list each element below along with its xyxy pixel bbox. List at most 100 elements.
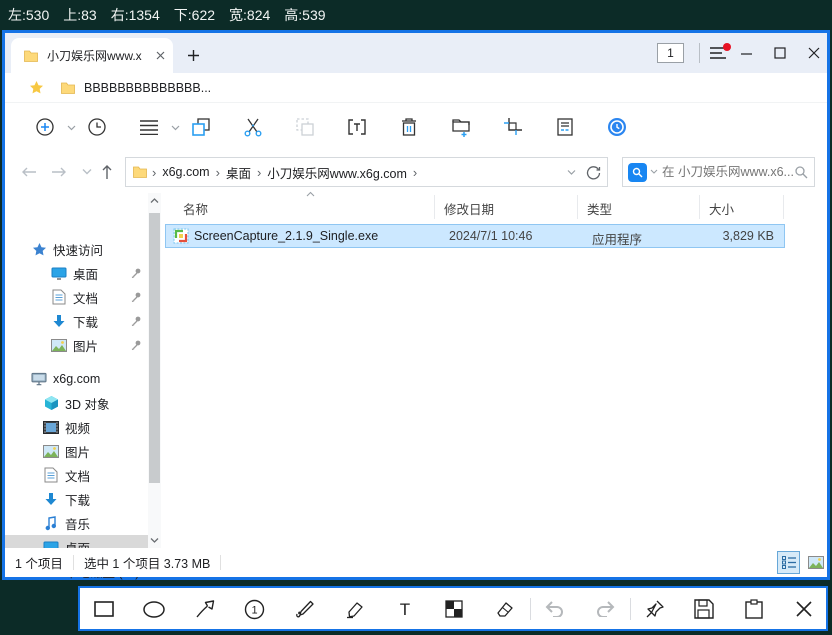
sidebar-item-3d-objects[interactable]: 3D 对象 — [5, 391, 148, 415]
sidebar-item-music[interactable]: 音乐 — [5, 511, 148, 535]
crop-button[interactable] — [495, 110, 531, 144]
copy-to-clipboard-button[interactable] — [737, 593, 771, 625]
sidebar-this-pc[interactable]: x6g.com — [5, 367, 148, 391]
pin-button[interactable] — [638, 593, 672, 625]
clipboard-icon — [745, 599, 763, 619]
sidebar-item-videos[interactable]: 视频 — [5, 415, 148, 439]
close-capture-button[interactable] — [787, 593, 821, 625]
rename-button[interactable] — [339, 110, 375, 144]
column-divider[interactable] — [434, 195, 435, 219]
details-pane-button[interactable] — [547, 110, 583, 144]
sidebar-item-downloads-pinned[interactable]: 下载 — [5, 309, 148, 333]
tab-active[interactable]: 小刀娱乐网www.x — [11, 38, 173, 73]
tab-counter[interactable]: 1 — [657, 43, 684, 63]
mosaic-tool-button[interactable] — [437, 593, 471, 625]
search-chevron-icon[interactable] — [650, 169, 658, 175]
menu-button[interactable] — [705, 41, 731, 65]
column-type[interactable]: 类型 — [587, 199, 612, 218]
details-pane-icon — [557, 118, 573, 136]
eraser-tool-button[interactable] — [487, 593, 521, 625]
address-folder-icon — [132, 164, 148, 180]
delete-button[interactable] — [391, 110, 427, 144]
star-icon[interactable] — [29, 80, 44, 95]
search-filter-icon[interactable] — [628, 162, 647, 182]
column-divider[interactable] — [699, 195, 700, 219]
screenshot-capture-stage: 左:530 上:83 右:1354 下:622 宽:824 高:539 小刀娱乐… — [0, 0, 832, 635]
sort-menu-button[interactable] — [131, 110, 167, 144]
sidebar-scrollbar[interactable] — [148, 193, 161, 548]
rectangle-tool-button[interactable] — [87, 593, 121, 625]
search-input[interactable] — [662, 165, 794, 179]
ellipse-tool-button[interactable] — [137, 593, 171, 625]
breadcrumb-item[interactable]: x6g.com — [162, 165, 209, 179]
scrollbar-thumb[interactable] — [149, 213, 160, 483]
search-icon[interactable] — [794, 165, 808, 179]
desktop-icon — [51, 265, 67, 281]
sidebar-item-downloads[interactable]: 下载 — [5, 487, 148, 511]
breadcrumb-item[interactable]: 小刀娱乐网www.x6g.com — [267, 163, 407, 182]
forward-button[interactable] — [45, 158, 73, 186]
save-button[interactable] — [687, 593, 721, 625]
pin-icon — [646, 600, 664, 618]
paste-button[interactable] — [287, 110, 323, 144]
undo-icon — [545, 601, 563, 617]
coord-height: 高:539 — [284, 7, 326, 23]
sidebar-item-desktop-pinned[interactable]: 桌面 — [5, 261, 148, 285]
cut-button[interactable] — [235, 110, 271, 144]
breadcrumb-item[interactable]: 桌面 — [226, 163, 251, 182]
file-type: 应用程序 — [592, 233, 643, 247]
save-icon — [694, 599, 714, 619]
column-divider[interactable] — [577, 195, 578, 219]
sidebar-item-pictures-pinned[interactable]: 图片 — [5, 333, 148, 357]
column-modified[interactable]: 修改日期 — [444, 199, 494, 218]
pen-tool-button[interactable] — [288, 593, 322, 625]
text-tool-button[interactable]: T — [388, 593, 422, 625]
copy-button[interactable] — [183, 110, 219, 144]
details-view-button[interactable] — [777, 551, 800, 574]
back-button[interactable] — [15, 158, 43, 186]
rename-icon — [348, 119, 366, 135]
chevron-down-icon[interactable] — [171, 123, 181, 133]
counter-tool-button[interactable]: 1 — [237, 593, 271, 625]
titlebar-divider — [699, 43, 700, 63]
tab-close-icon[interactable] — [156, 51, 165, 60]
new-item-button[interactable] — [27, 110, 63, 144]
scroll-down-icon[interactable] — [150, 537, 159, 544]
sidebar-item-documents[interactable]: 文档 — [5, 463, 148, 487]
chevron-down-icon[interactable] — [67, 123, 77, 133]
address-bar[interactable]: › x6g.com › 桌面 › 小刀娱乐网www.x6g.com › — [125, 157, 608, 187]
coord-bottom: 下:622 — [173, 7, 216, 23]
sort-ascending-icon — [306, 191, 315, 197]
eraser-icon — [496, 602, 513, 617]
column-name[interactable]: 名称 — [183, 199, 208, 218]
maximize-button[interactable] — [767, 41, 793, 65]
minimize-button[interactable] — [733, 41, 759, 65]
notification-dot — [723, 43, 731, 51]
close-icon — [796, 601, 812, 617]
exe-file-icon — [173, 228, 189, 244]
scroll-up-icon[interactable] — [150, 197, 159, 204]
sidebar-item-pictures[interactable]: 图片 — [5, 439, 148, 463]
close-button[interactable] — [801, 41, 827, 65]
new-tab-button[interactable] — [181, 43, 205, 67]
file-row-selected[interactable]: ScreenCapture_2.1.9_Single.exe 2024/7/1 … — [165, 224, 785, 248]
new-folder-button[interactable] — [443, 110, 479, 144]
favorite-item-label[interactable]: BBBBBBBBBBBBBB... — [84, 81, 211, 95]
toolbar-divider — [630, 598, 631, 620]
undo-button[interactable] — [538, 593, 572, 625]
search-box[interactable] — [622, 157, 815, 187]
history-badge-button[interactable] — [599, 110, 635, 144]
column-size[interactable]: 大小 — [709, 199, 734, 218]
recent-button[interactable] — [79, 110, 115, 144]
redo-button[interactable] — [588, 593, 622, 625]
highlighter-tool-button[interactable] — [338, 593, 372, 625]
column-divider[interactable] — [783, 195, 784, 219]
thumbnail-view-button[interactable] — [804, 551, 827, 574]
sidebar-quick-access[interactable]: 快速访问 — [5, 237, 148, 261]
refresh-icon[interactable] — [586, 165, 601, 180]
arrow-tool-button[interactable] — [188, 593, 222, 625]
sidebar-item-documents-pinned[interactable]: 文档 — [5, 285, 148, 309]
address-dropdown-chevron[interactable] — [567, 169, 576, 176]
up-button[interactable] — [93, 158, 121, 186]
crop-icon — [504, 118, 522, 135]
